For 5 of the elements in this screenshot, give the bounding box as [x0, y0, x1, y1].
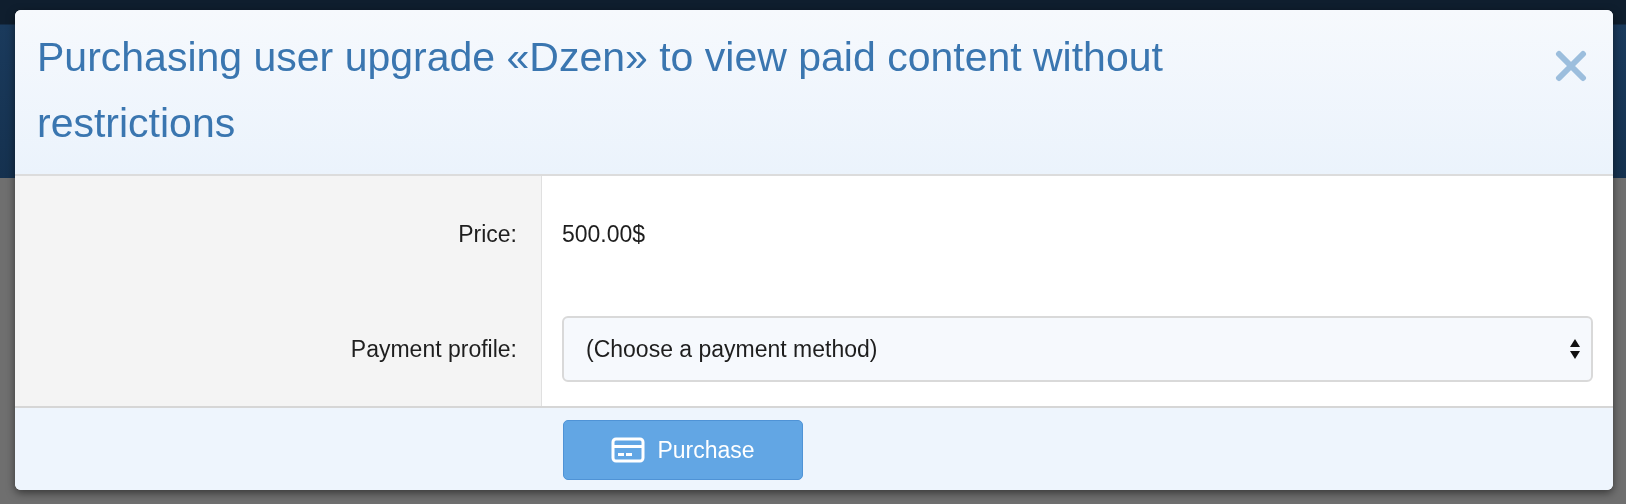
price-value: 500.00$ [562, 220, 646, 248]
dialog-title: Purchasing user upgrade «Dzen» to view paid content without restrictions [37, 33, 1164, 148]
field-label: Price: [458, 220, 518, 248]
payment-select[interactable]: (Choose a payment method) [562, 316, 1593, 382]
field-label: Payment profile: [350, 335, 518, 363]
